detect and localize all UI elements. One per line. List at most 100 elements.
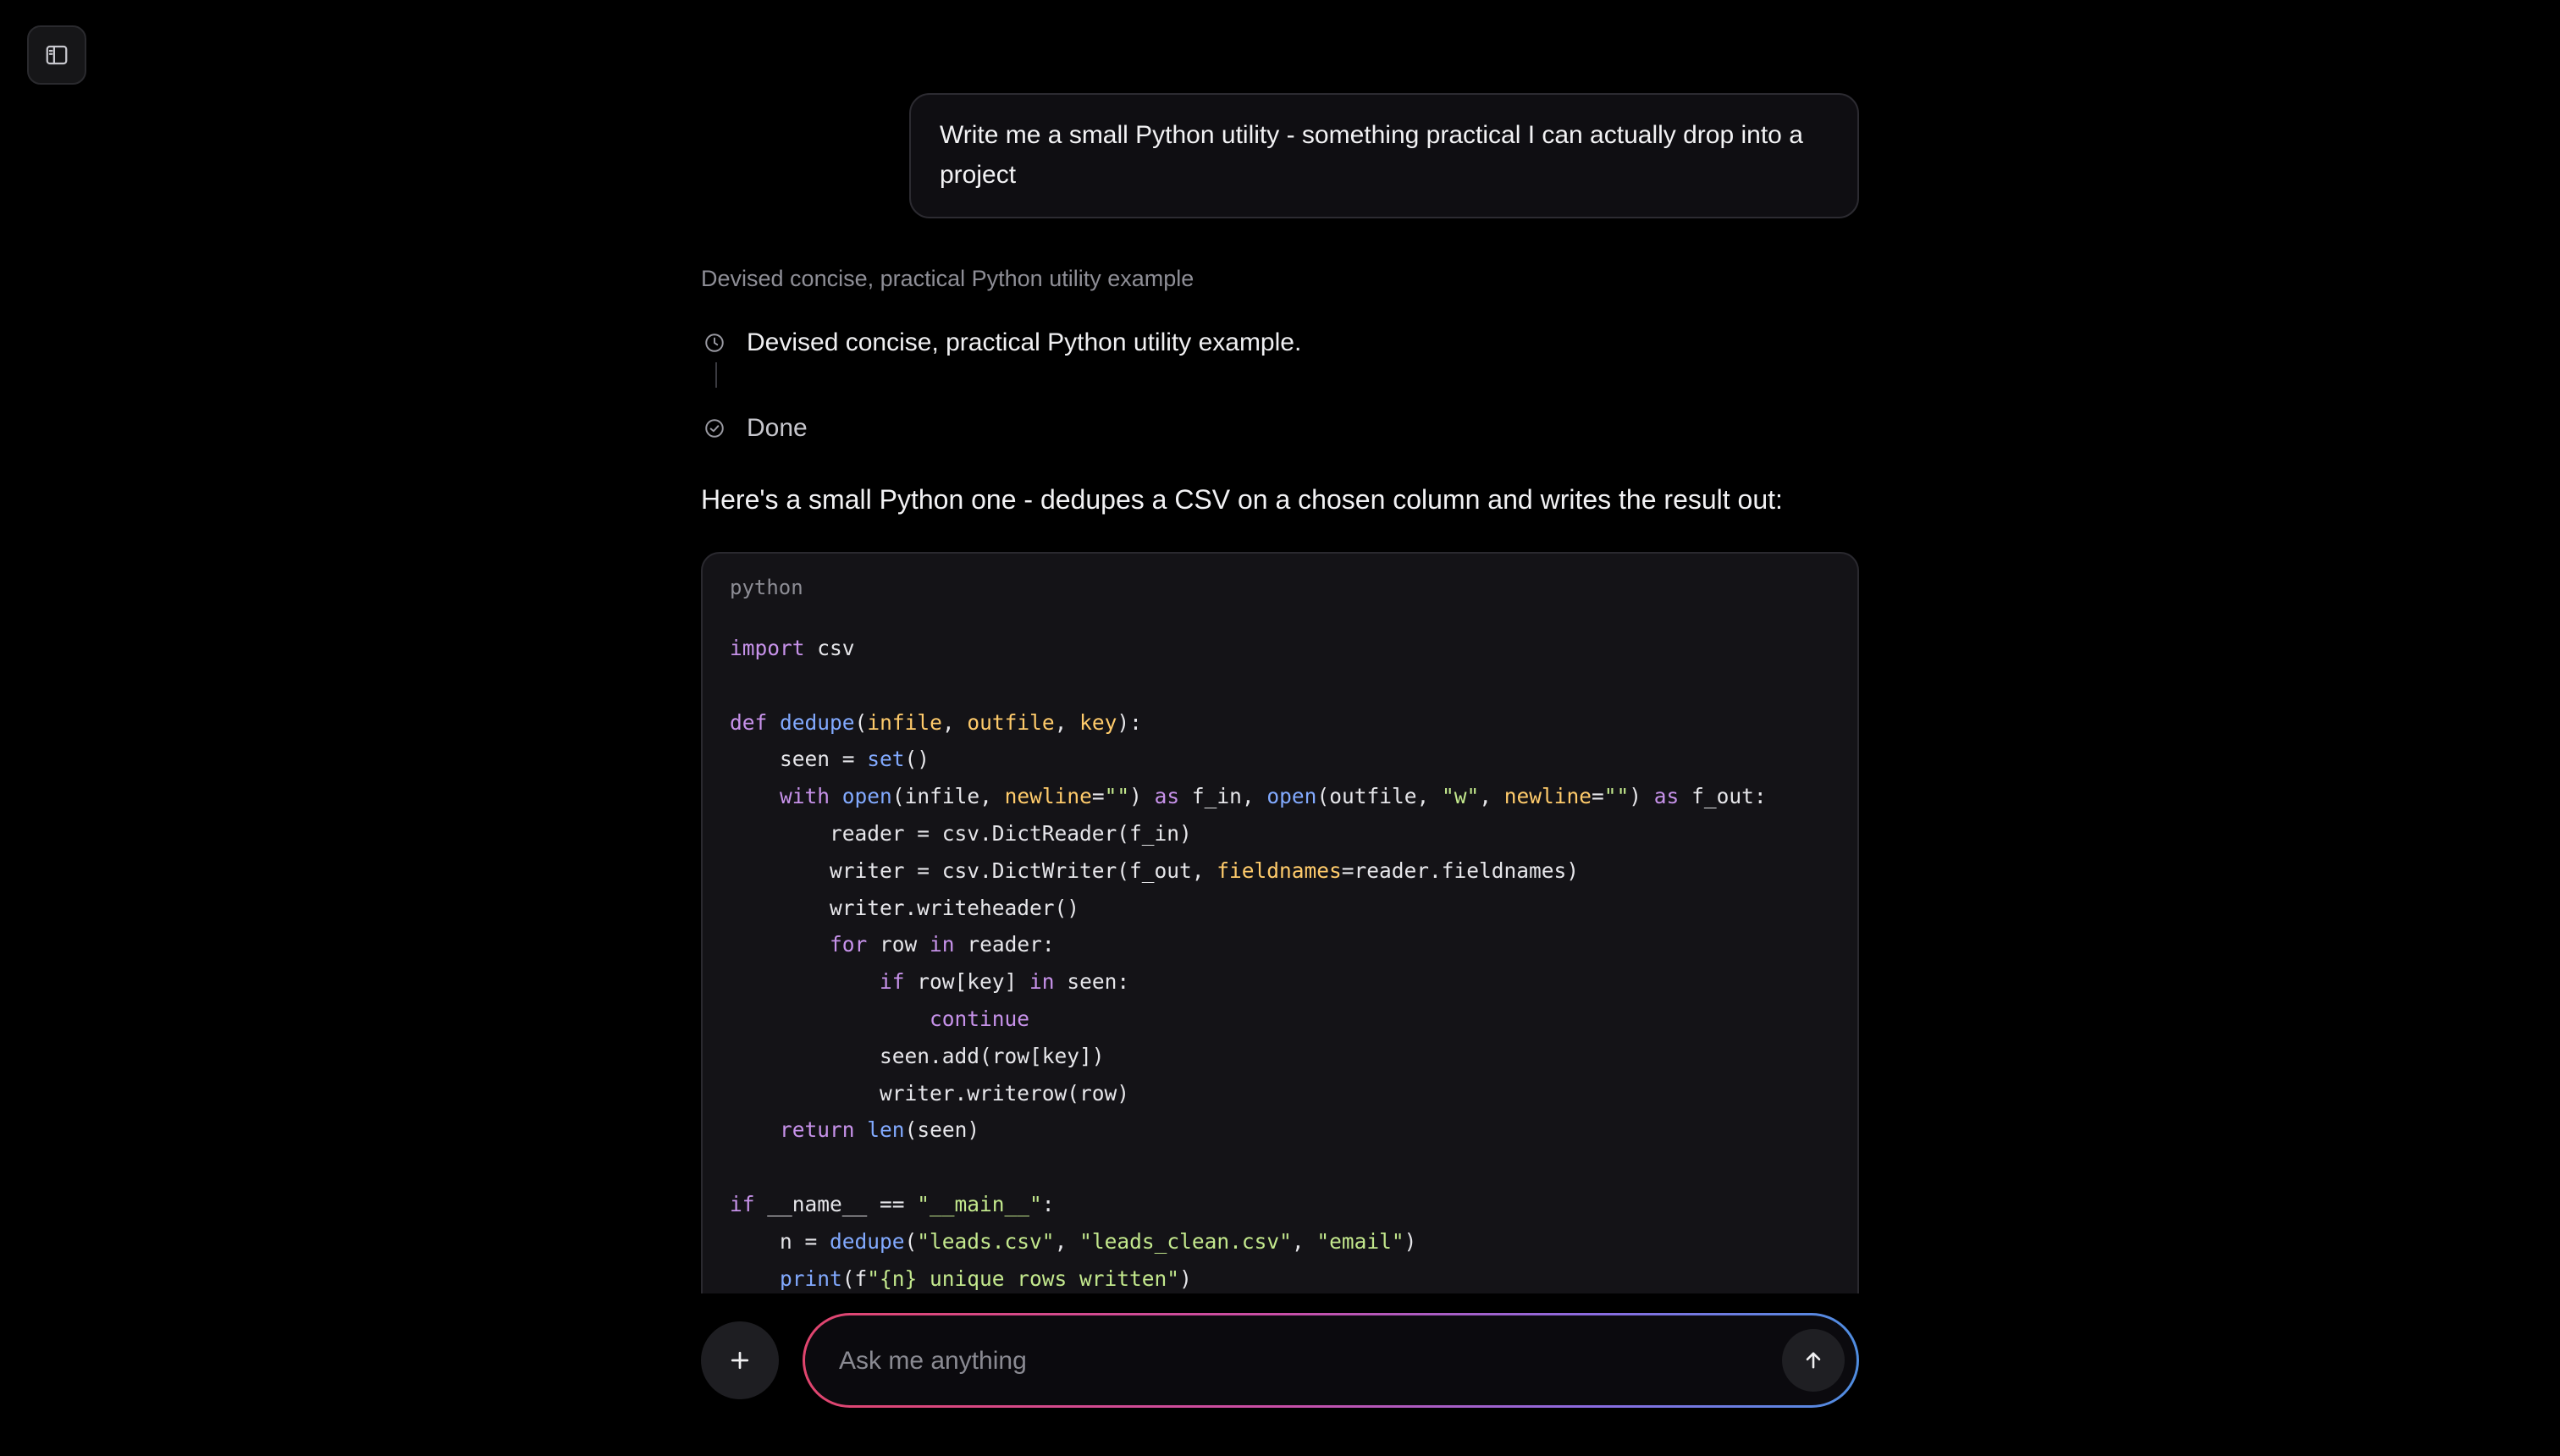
- code-line: def dedupe(infile, outfile, key):: [730, 704, 1767, 742]
- chat-input-inner: [805, 1315, 1857, 1407]
- attach-button[interactable]: [701, 1321, 779, 1399]
- keyword-token: if: [730, 1191, 755, 1216]
- clock-icon: [699, 328, 730, 358]
- code-line: writer.writeheader(): [730, 890, 1767, 927]
- done-step-label: Done: [747, 414, 808, 442]
- code-line: return len(seen): [730, 1111, 1767, 1149]
- plain-token: (outfile,: [1316, 784, 1442, 809]
- plain-token: __name__ ==: [754, 1191, 918, 1216]
- plain-token: =: [1091, 784, 1105, 809]
- keyword-token: in: [930, 932, 955, 957]
- function-token: set: [867, 747, 905, 772]
- code-line: with open(infile, newline="") as f_in, o…: [730, 778, 1767, 815]
- plain-token: =reader.fieldnames): [1341, 858, 1580, 883]
- plus-icon: [731, 1351, 749, 1370]
- plain-token: reader = csv.DictReader(f_in): [730, 820, 1192, 846]
- keyword-token: for: [830, 932, 868, 957]
- plain-token: ,: [1054, 1228, 1080, 1254]
- code-line: reader = csv.DictReader(f_in): [730, 815, 1767, 852]
- code-line: if row[key] in seen:: [730, 963, 1767, 1001]
- parameter-token: fieldnames: [1217, 858, 1342, 883]
- keyword-token: in: [1029, 969, 1055, 995]
- parameter-token: infile: [867, 709, 942, 735]
- plain-token: (f: [841, 1266, 868, 1291]
- parameter-token: key: [1079, 709, 1117, 735]
- plain-token: seen:: [1054, 969, 1130, 995]
- code-line: seen = set(): [730, 741, 1767, 778]
- code-line: writer.writerow(row): [730, 1075, 1767, 1112]
- function-token: print: [780, 1266, 842, 1291]
- plain-token: f_out:: [1679, 784, 1767, 809]
- code-line: continue: [730, 1001, 1767, 1038]
- chat-input-container: [803, 1313, 1859, 1408]
- plain-token: (): [904, 747, 930, 772]
- plain-token: row[key]: [904, 969, 1030, 995]
- keyword-token: continue: [930, 1006, 1030, 1031]
- plain-token: ): [1629, 784, 1654, 809]
- thinking-step: Devised concise, practical Python utilit…: [701, 328, 1301, 358]
- keyword-token: if: [880, 969, 905, 995]
- plain-token: reader:: [954, 932, 1055, 957]
- plain-token: :: [1041, 1191, 1055, 1216]
- user-message-text: Write me a small Python utility - someth…: [940, 121, 1803, 189]
- plain-token: (: [904, 1228, 918, 1254]
- string-token: "w": [1441, 784, 1480, 809]
- plain-token: ): [1404, 1228, 1417, 1254]
- plain-token: writer.writeheader(): [730, 895, 1080, 920]
- keyword-token: with: [780, 784, 830, 809]
- string-token: "": [1603, 784, 1630, 809]
- thinking-step-label: Devised concise, practical Python utilit…: [747, 328, 1302, 356]
- string-token: "{n} unique rows written": [867, 1266, 1180, 1291]
- keyword-token: import: [730, 636, 805, 660]
- function-token: len: [867, 1117, 905, 1143]
- code-line: n = dedupe("leads.csv", "leads_clean.csv…: [730, 1223, 1767, 1260]
- code-line: import csv: [730, 630, 1767, 667]
- thinking-summary-toggle[interactable]: Devised concise, practical Python utilit…: [701, 266, 1194, 292]
- plain-token: =: [1592, 784, 1604, 809]
- code-line: seen.add(row[key]): [730, 1038, 1767, 1075]
- keyword-token: as: [1154, 784, 1180, 809]
- plain-token: writer.writerow(row): [730, 1080, 1130, 1106]
- keyword-token: as: [1653, 784, 1680, 809]
- parameter-token: newline: [1004, 784, 1092, 809]
- send-button[interactable]: [1782, 1329, 1845, 1392]
- keyword-token: return: [780, 1117, 855, 1143]
- code-line: for row in reader:: [730, 926, 1767, 963]
- sidebar-toggle-button[interactable]: [27, 25, 86, 85]
- plain-token: row: [867, 932, 930, 957]
- plain-token: writer = csv.DictWriter(f_out,: [730, 858, 1217, 883]
- code-block: python import csv def dedupe(infile, out…: [701, 552, 1859, 1348]
- plain-token: ): [1179, 1266, 1192, 1291]
- answer-intro-text: Here's a small Python one - dedupes a CS…: [701, 484, 1783, 515]
- parameter-token: newline: [1503, 784, 1592, 809]
- plain-token: seen.add(row[key]): [730, 1043, 1105, 1068]
- chat-input[interactable]: [837, 1315, 1730, 1407]
- plain-token: seen =: [730, 747, 868, 772]
- function-token: dedupe: [830, 1228, 905, 1254]
- plain-token: ,: [941, 709, 968, 735]
- step-connector: [715, 362, 717, 388]
- code-body[interactable]: import csv def dedupe(infile, outfile, k…: [730, 630, 1767, 1297]
- code-line: print(f"{n} unique rows written"): [730, 1260, 1767, 1298]
- plain-token: ,: [1479, 784, 1504, 809]
- plain-token: (infile,: [891, 784, 1005, 809]
- parameter-token: outfile: [967, 709, 1055, 735]
- code-line: if __name__ == "__main__":: [730, 1186, 1767, 1223]
- plain-token: (: [854, 709, 868, 735]
- function-token: open: [841, 784, 892, 809]
- plain-token: csv: [804, 636, 855, 660]
- string-token: "email": [1316, 1228, 1404, 1254]
- plain-token: f_in,: [1179, 784, 1267, 809]
- function-token: dedupe: [780, 709, 855, 735]
- check-circle-icon: [699, 413, 730, 444]
- plain-token: ): [1129, 784, 1155, 809]
